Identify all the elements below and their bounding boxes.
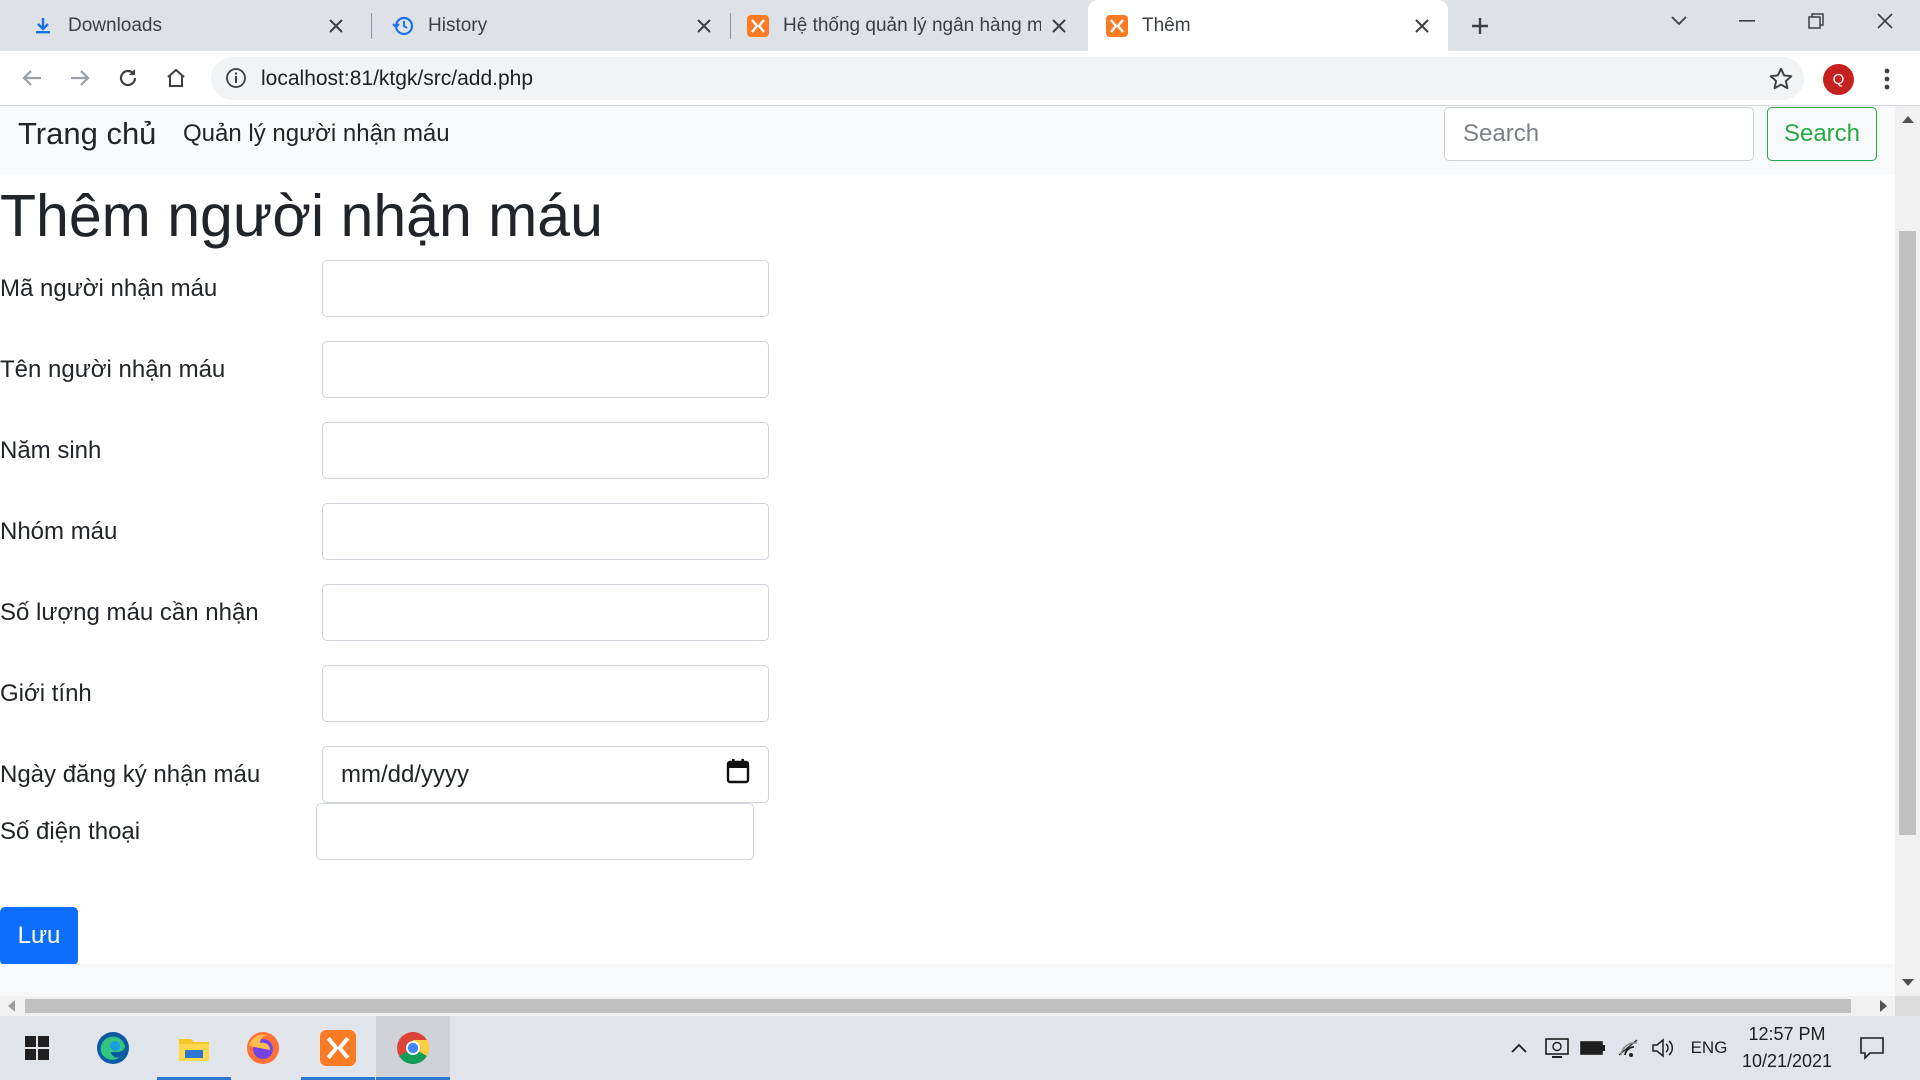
minimize-button[interactable] xyxy=(1714,0,1780,42)
tab-title: Thêm xyxy=(1142,14,1191,36)
date-placeholder: mm/dd/yyyy xyxy=(341,760,470,788)
gender-input[interactable] xyxy=(322,665,769,722)
url-text[interactable]: localhost:81/ktgk/src/add.php xyxy=(261,57,533,100)
firefox-icon[interactable] xyxy=(226,1016,300,1080)
close-icon[interactable] xyxy=(318,8,354,44)
phone-input[interactable] xyxy=(316,803,754,860)
history-icon xyxy=(392,15,414,37)
profile-initial: Q xyxy=(1832,71,1845,88)
field-label-blood-group: Nhóm máu xyxy=(0,518,118,545)
page-viewport: Trang chủ Quản lý người nhận máu Search … xyxy=(0,106,1895,996)
scroll-right-arrow[interactable] xyxy=(1880,1000,1887,1012)
tab-search-button[interactable] xyxy=(1646,0,1712,42)
close-window-button[interactable] xyxy=(1852,0,1918,42)
edge-icon[interactable] xyxy=(76,1016,150,1080)
home-button[interactable] xyxy=(158,60,194,96)
windows-taskbar: ENG 12:57 PM 10/21/2021 xyxy=(0,1016,1920,1080)
field-label-recipient-id: Mã người nhận máu xyxy=(0,275,218,302)
search-input[interactable] xyxy=(1444,107,1754,161)
windows-update-icon[interactable] xyxy=(1540,1016,1574,1080)
tab-separator xyxy=(371,13,372,39)
field-label-gender: Giới tính xyxy=(0,680,92,707)
birth-year-input[interactable] xyxy=(322,422,769,479)
tab-title: Downloads xyxy=(68,14,162,36)
recipient-id-input[interactable] xyxy=(322,260,769,317)
horizontal-scrollbar[interactable] xyxy=(0,996,1895,1016)
page-footer-strip xyxy=(0,964,1895,996)
blood-group-input[interactable] xyxy=(322,503,769,560)
forward-button[interactable] xyxy=(62,60,98,96)
show-hidden-icons-icon[interactable] xyxy=(1504,1016,1534,1080)
site-navbar: Trang chủ Quản lý người nhận máu Search xyxy=(0,106,1895,174)
horizontal-scroll-thumb[interactable] xyxy=(25,999,1851,1013)
xampp-icon[interactable] xyxy=(301,1016,375,1080)
chrome-icon[interactable] xyxy=(376,1016,450,1080)
field-label-registration-date: Ngày đăng ký nhận máu xyxy=(0,761,261,788)
xampp-icon xyxy=(747,14,769,37)
save-button[interactable]: Lưu xyxy=(0,907,78,965)
new-tab-button[interactable] xyxy=(1462,8,1498,44)
back-button[interactable] xyxy=(14,60,50,96)
blood-quantity-input[interactable] xyxy=(322,584,769,641)
field-label-recipient-name: Tên người nhận máu xyxy=(0,356,226,383)
tab-history[interactable]: History xyxy=(374,0,730,51)
close-icon[interactable] xyxy=(686,8,722,44)
address-bar[interactable]: localhost:81/ktgk/src/add.php xyxy=(211,57,1804,100)
browser-tab-strip: Downloads History Hệ thống quản lý ngân … xyxy=(0,0,1920,51)
field-label-birth-year: Năm sinh xyxy=(0,437,102,464)
scroll-down-arrow[interactable] xyxy=(1902,979,1914,986)
info-icon[interactable] xyxy=(225,67,247,89)
registration-date-input[interactable]: mm/dd/yyyy xyxy=(322,746,769,803)
download-icon xyxy=(32,15,54,37)
clock-time: 12:57 PM xyxy=(1748,1024,1826,1044)
browser-toolbar: localhost:81/ktgk/src/add.php Q xyxy=(0,51,1920,106)
battery-icon[interactable] xyxy=(1578,1016,1608,1080)
windows-start-icon[interactable] xyxy=(0,1016,74,1080)
xampp-icon xyxy=(1106,14,1128,37)
close-icon[interactable] xyxy=(1404,8,1440,44)
restore-button[interactable] xyxy=(1783,0,1849,42)
system-clock[interactable]: 12:57 PM 10/21/2021 xyxy=(1722,1016,1852,1080)
recipient-name-input[interactable] xyxy=(322,341,769,398)
scroll-up-arrow[interactable] xyxy=(1902,116,1914,123)
field-label-phone: Số điện thoại xyxy=(0,818,141,845)
vertical-scrollbar[interactable] xyxy=(1895,106,1920,996)
tab-them[interactable]: Thêm xyxy=(1088,0,1448,51)
volume-icon[interactable] xyxy=(1648,1016,1678,1080)
search-button[interactable]: Search xyxy=(1767,107,1877,161)
field-label-blood-quantity: Số lượng máu cần nhận xyxy=(0,599,259,626)
tab-blood-bank-system[interactable]: Hệ thống quản lý ngân hàng máu xyxy=(731,0,1085,51)
scroll-left-arrow[interactable] xyxy=(8,1000,15,1012)
file-explorer-icon[interactable] xyxy=(157,1016,231,1080)
notification-center-icon[interactable] xyxy=(1852,1016,1892,1080)
tab-downloads[interactable]: Downloads xyxy=(0,0,362,51)
bookmark-star-icon[interactable] xyxy=(1768,66,1794,92)
wifi-icon[interactable] xyxy=(1614,1016,1644,1080)
browser-menu-icon[interactable] xyxy=(1872,61,1902,97)
calendar-icon[interactable] xyxy=(726,758,750,791)
profile-avatar[interactable]: Q xyxy=(1823,64,1854,95)
vertical-scroll-thumb[interactable] xyxy=(1899,231,1916,835)
page-title: Thêm người nhận máu xyxy=(0,183,603,249)
tab-title: History xyxy=(428,14,488,36)
reload-button[interactable] xyxy=(110,60,146,96)
tab-title: Hệ thống quản lý ngân hàng máu xyxy=(783,14,1041,36)
nav-link-recipients[interactable]: Quản lý người nhận máu xyxy=(183,106,450,162)
clock-date: 10/21/2021 xyxy=(1741,1051,1833,1071)
scrollbar-corner xyxy=(1895,996,1920,1016)
navbar-brand-link[interactable]: Trang chủ xyxy=(18,106,156,162)
close-icon[interactable] xyxy=(1041,8,1077,44)
